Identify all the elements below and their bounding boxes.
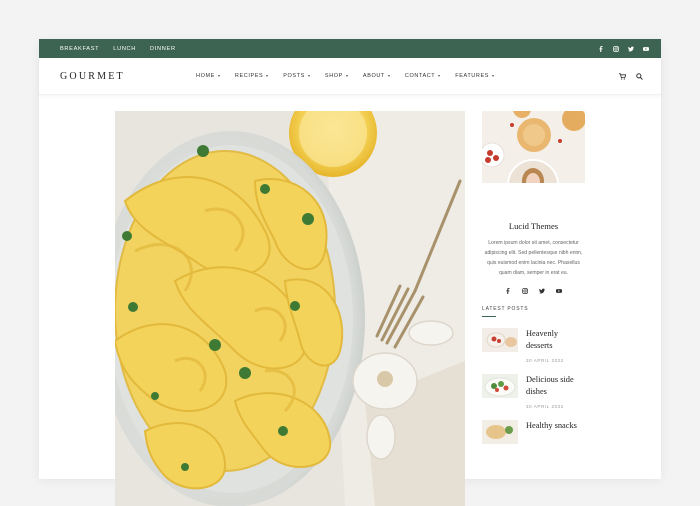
chevron-down-icon (491, 75, 494, 77)
top-link-lunch[interactable]: LUNCH (113, 46, 136, 52)
snack-photo (482, 420, 518, 444)
top-bar: BREAKFAST LUNCH DINNER (39, 39, 661, 58)
author-photo (509, 161, 557, 183)
menu-item-features[interactable]: FEATURES (455, 73, 494, 79)
menu-label: HOME (196, 73, 215, 79)
menu-item-shop[interactable]: SHOP (325, 73, 348, 79)
menu-label: RECIPES (234, 73, 264, 79)
side-dish-photo (482, 374, 518, 398)
post-body: Heavenly desserts 30 APRIL 2022 (526, 328, 585, 363)
author-name: Lucid Themes (508, 221, 559, 231)
dessert-photo (482, 328, 518, 352)
page-frame: BREAKFAST LUNCH DINNER GOURMET HOME RECI… (39, 39, 661, 506)
post-thumbnail[interactable] (482, 374, 518, 398)
chevron-down-icon (217, 75, 220, 77)
list-item[interactable]: Delicious side dishes 30 APRIL 2022 (482, 374, 585, 409)
post-date: 30 APRIL 2022 (526, 358, 564, 363)
post-title[interactable]: Delicious side dishes (526, 374, 585, 398)
hero-image[interactable] (115, 111, 465, 506)
top-nav: BREAKFAST LUNCH DINNER (60, 46, 176, 52)
post-title[interactable]: Healthy snacks (526, 420, 577, 432)
menu-label: FEATURES (455, 73, 489, 79)
menu-item-contact[interactable]: CONTACT (404, 73, 441, 79)
menu-item-home[interactable]: HOME (196, 73, 220, 79)
menu-item-posts[interactable]: POSTS (283, 73, 310, 79)
main-nav: GOURMET HOME RECIPES POSTS SHOP ABOUT CO… (39, 58, 661, 95)
sidebar: Lucid Themes Lorem ipsum dolor sit amet,… (482, 111, 585, 444)
instagram-icon[interactable] (522, 288, 528, 294)
instagram-icon[interactable] (613, 45, 619, 52)
latest-posts-heading: LATEST POSTS (482, 306, 529, 312)
heading-underline (482, 316, 496, 317)
menu-label: ABOUT (362, 73, 385, 79)
youtube-icon[interactable] (556, 288, 562, 294)
post-body: Delicious side dishes 30 APRIL 2022 (526, 374, 585, 409)
site-logo[interactable]: GOURMET (60, 71, 196, 82)
search-icon[interactable] (636, 72, 643, 80)
post-thumbnail[interactable] (482, 420, 518, 444)
menu-item-about[interactable]: ABOUT (363, 73, 390, 79)
twitter-icon[interactable] (628, 46, 634, 52)
main-menu: HOME RECIPES POSTS SHOP ABOUT CONTACT FE… (196, 73, 619, 79)
chevron-down-icon (307, 75, 310, 77)
top-link-breakfast[interactable]: BREAKFAST (60, 46, 99, 52)
author-social (482, 288, 585, 294)
post-body: Healthy snacks (526, 420, 577, 444)
list-item[interactable]: Healthy snacks (482, 420, 585, 444)
top-social (598, 45, 649, 52)
menu-item-recipes[interactable]: RECIPES (234, 73, 269, 79)
top-link-dinner[interactable]: DINNER (150, 46, 176, 52)
twitter-icon[interactable] (539, 288, 545, 294)
author-cover-image (482, 111, 585, 183)
cart-icon[interactable] (619, 72, 626, 80)
author-bio: Lorem ipsum dolor sit amet, consectetur … (484, 240, 583, 276)
post-date: 30 APRIL 2022 (526, 404, 564, 409)
chevron-down-icon (387, 75, 390, 77)
facebook-icon[interactable] (598, 45, 604, 52)
list-item[interactable]: Heavenly desserts 30 APRIL 2022 (482, 328, 585, 363)
chevron-down-icon (266, 75, 269, 77)
youtube-icon[interactable] (643, 46, 649, 52)
menu-label: SHOP (324, 73, 343, 79)
chevron-down-icon (438, 75, 441, 77)
menu-label: CONTACT (404, 73, 436, 79)
pasta-dish-photo (115, 111, 465, 506)
menu-label: POSTS (283, 73, 305, 79)
post-title[interactable]: Heavenly desserts (526, 328, 585, 352)
nav-icons (619, 72, 643, 80)
chevron-down-icon (345, 75, 348, 77)
post-thumbnail[interactable] (482, 328, 518, 352)
facebook-icon[interactable] (505, 288, 511, 294)
